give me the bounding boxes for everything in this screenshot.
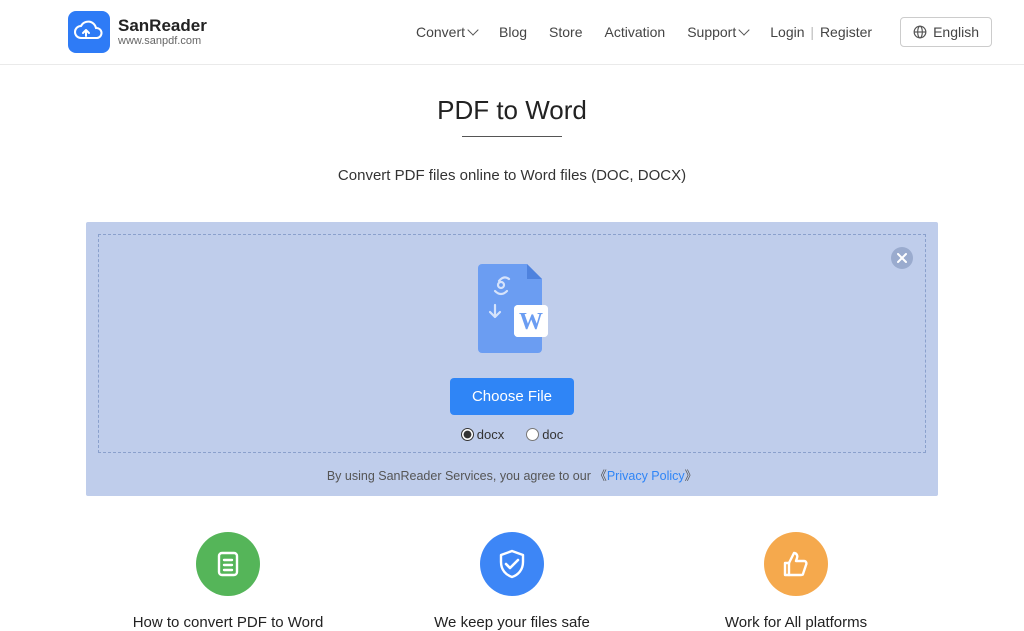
language-label: English: [933, 24, 979, 40]
document-icon: [196, 532, 260, 596]
option-doc[interactable]: doc: [526, 427, 563, 442]
radio-doc[interactable]: [526, 428, 539, 441]
thumbs-up-icon: [764, 532, 828, 596]
brand-subtitle: www.sanpdf.com: [118, 35, 207, 47]
drop-zone[interactable]: W Choose File docx doc: [98, 234, 926, 453]
policy-pre: By using SanReader Services, you agree t…: [327, 469, 607, 483]
feature-platforms: Work for All platforms: [654, 532, 938, 631]
policy-post: 》: [685, 469, 698, 483]
nav-support-label: Support: [687, 24, 736, 40]
nav-store[interactable]: Store: [549, 24, 582, 40]
nav-blog[interactable]: Blog: [499, 24, 527, 40]
close-icon: [897, 253, 907, 263]
language-button[interactable]: English: [900, 17, 992, 47]
page-title: PDF to Word: [86, 95, 938, 126]
page-subtitle: Convert PDF files online to Word files (…: [86, 167, 938, 184]
brand-logo-icon: [68, 11, 110, 53]
feature-safe: We keep your files safe: [370, 532, 654, 631]
title-underline: [462, 136, 562, 137]
nav-activation[interactable]: Activation: [605, 24, 666, 40]
feature-howto: How to convert PDF to Word: [86, 532, 370, 631]
main: PDF to Word Convert PDF files online to …: [0, 65, 1024, 496]
radio-docx[interactable]: [461, 428, 474, 441]
nav: Convert Blog Store Activation Support Lo…: [416, 17, 992, 47]
chevron-down-icon: [739, 24, 750, 35]
nav-convert[interactable]: Convert: [416, 24, 477, 40]
nav-auth: Login | Register: [770, 24, 872, 40]
privacy-policy-link[interactable]: Privacy Policy: [607, 469, 685, 483]
option-docx[interactable]: docx: [461, 427, 504, 442]
choose-file-button[interactable]: Choose File: [450, 378, 574, 415]
brand[interactable]: SanReader www.sanpdf.com: [68, 11, 207, 53]
format-options: docx doc: [115, 427, 909, 442]
close-button[interactable]: [891, 247, 913, 269]
auth-separator: |: [810, 24, 814, 40]
globe-icon: [913, 25, 927, 39]
nav-register[interactable]: Register: [820, 24, 872, 40]
features-row: How to convert PDF to Word We keep your …: [0, 496, 1024, 631]
option-doc-label: doc: [542, 427, 563, 442]
nav-login[interactable]: Login: [770, 24, 804, 40]
nav-support[interactable]: Support: [687, 24, 748, 40]
svg-text:W: W: [519, 309, 543, 335]
pdf-to-word-icon: W: [467, 259, 557, 364]
header: SanReader www.sanpdf.com Convert Blog St…: [0, 0, 1024, 65]
brand-title: SanReader: [118, 17, 207, 36]
chevron-down-icon: [467, 24, 478, 35]
shield-check-icon: [480, 532, 544, 596]
policy-text: By using SanReader Services, you agree t…: [98, 465, 926, 484]
nav-convert-label: Convert: [416, 24, 465, 40]
option-docx-label: docx: [477, 427, 504, 442]
upload-panel: W Choose File docx doc By using SanReade…: [86, 222, 938, 496]
